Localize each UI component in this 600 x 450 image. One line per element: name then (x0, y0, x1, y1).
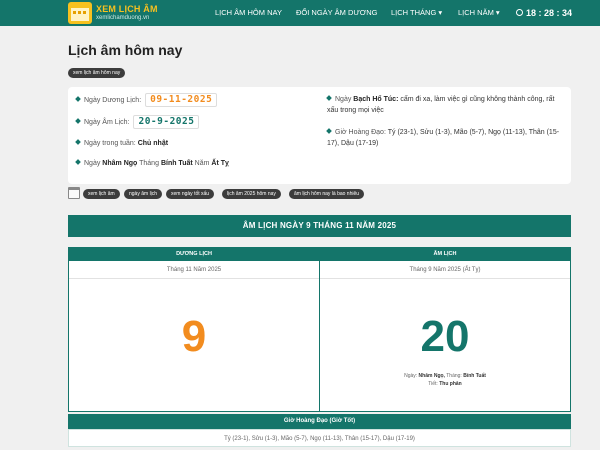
info-card: Ngày Dương Lịch: 09-11-2025 Ngày Âm Lịch… (68, 87, 571, 184)
lunar-date-value: 20-9-2025 (133, 115, 200, 129)
good-hours-header: Giờ Hoàng Đạo (Giờ Tốt) (68, 414, 571, 429)
tag-xem-lich-am[interactable]: xem lịch âm (83, 189, 120, 199)
solar-month-year: Tháng 11 Năm 2025 (69, 261, 319, 279)
solar-date-value: 09-11-2025 (145, 93, 218, 107)
nav-item-lich-thang[interactable]: LỊCH THÁNG ▾ (391, 0, 442, 26)
lunar-calendar-card: ÂM LỊCH Tháng 9 Năm 2025 (Ất Tỵ) 20 Ngày… (319, 247, 571, 412)
tag-xem-ngay-tot-xau[interactable]: xem ngày tốt xấu (166, 189, 215, 199)
solar-header: DƯƠNG LỊCH (69, 248, 319, 261)
nav-item-lich-am-hom-nay[interactable]: LỊCH ÂM HÔM NAY (215, 0, 282, 26)
brand[interactable]: XEM LỊCH ÂM xemlichamduong.vn (96, 4, 158, 22)
lunar-day-number: 20 (420, 312, 470, 361)
clock: 18 : 28 : 34 (526, 8, 573, 18)
bullet-icon (75, 159, 81, 165)
tag-am-lich-hom-nay[interactable]: âm lịch hôm nay là bao nhiêu (289, 189, 365, 199)
lunar-can-chi: Ngày: Nhâm Ngọ, Tháng: Bính Tuất (404, 373, 486, 379)
solar-day-number: 9 (181, 312, 207, 361)
nav-item-doi-ngay[interactable]: ĐỔI NGÀY ÂM DƯƠNG (296, 0, 377, 26)
solar-calendar-card: DƯƠNG LỊCH Tháng 11 Năm 2025 9 (68, 247, 320, 412)
weekday-value: Chủ nhật (137, 140, 169, 147)
bullet-icon (326, 128, 332, 134)
brand-name: XEM LỊCH ÂM (96, 4, 158, 14)
can-chi-row: Ngày Nhâm Ngọ Tháng Bính Tuất Năm Ất Tỵ (75, 159, 229, 167)
date-banner: ÂM LỊCH NGÀY 9 THÁNG 11 NĂM 2025 (68, 215, 571, 237)
brand-url: xemlichamduong.vn (96, 15, 150, 21)
lunar-month-year: Tháng 9 Năm 2025 (Ất Tỵ) (320, 261, 570, 279)
top-navbar: XEM LỊCH ÂM xemlichamduong.vn LỊCH ÂM HÔ… (0, 0, 600, 26)
clock-icon (516, 9, 523, 16)
gio-hoang-dao-row: Giờ Hoàng Đạo: Tý (23-1), Sửu (1-3), Mão… (326, 128, 560, 147)
weekday-row: Ngày trong tuần: Chủ nhật (75, 139, 169, 147)
calendar-logo-icon[interactable] (68, 2, 92, 24)
lunar-tiet-khi: Tiết: Thu phân (428, 381, 462, 387)
tag-lich-am-2025[interactable]: lịch âm 2025 hôm nay (222, 189, 281, 199)
solar-date-row: Ngày Dương Lịch: 09-11-2025 (75, 93, 218, 107)
lunar-date-row: Ngày Âm Lịch: 20-9-2025 (75, 115, 200, 129)
good-hours-value: Tý (23-1), Sửu (1-3), Mão (5-7), Ngọ (11… (68, 429, 571, 447)
bach-ho-row: Ngày Bạch Hổ Túc: cấm đi xa, làm việc gì… (326, 95, 555, 114)
bullet-icon (75, 139, 81, 145)
title-tag[interactable]: xem lịch âm hôm nay (68, 68, 126, 78)
bullet-icon (75, 118, 81, 124)
nav-item-lich-nam[interactable]: LỊCH NĂM ▾ (458, 0, 500, 26)
page-title: Lịch âm hôm nay (68, 42, 183, 58)
calendar-icon (68, 187, 80, 199)
bullet-icon (326, 95, 332, 101)
bullet-icon (75, 96, 81, 102)
tag-ngay-am-lich[interactable]: ngày âm lịch (124, 189, 163, 199)
lunar-header: ÂM LỊCH (320, 248, 570, 261)
